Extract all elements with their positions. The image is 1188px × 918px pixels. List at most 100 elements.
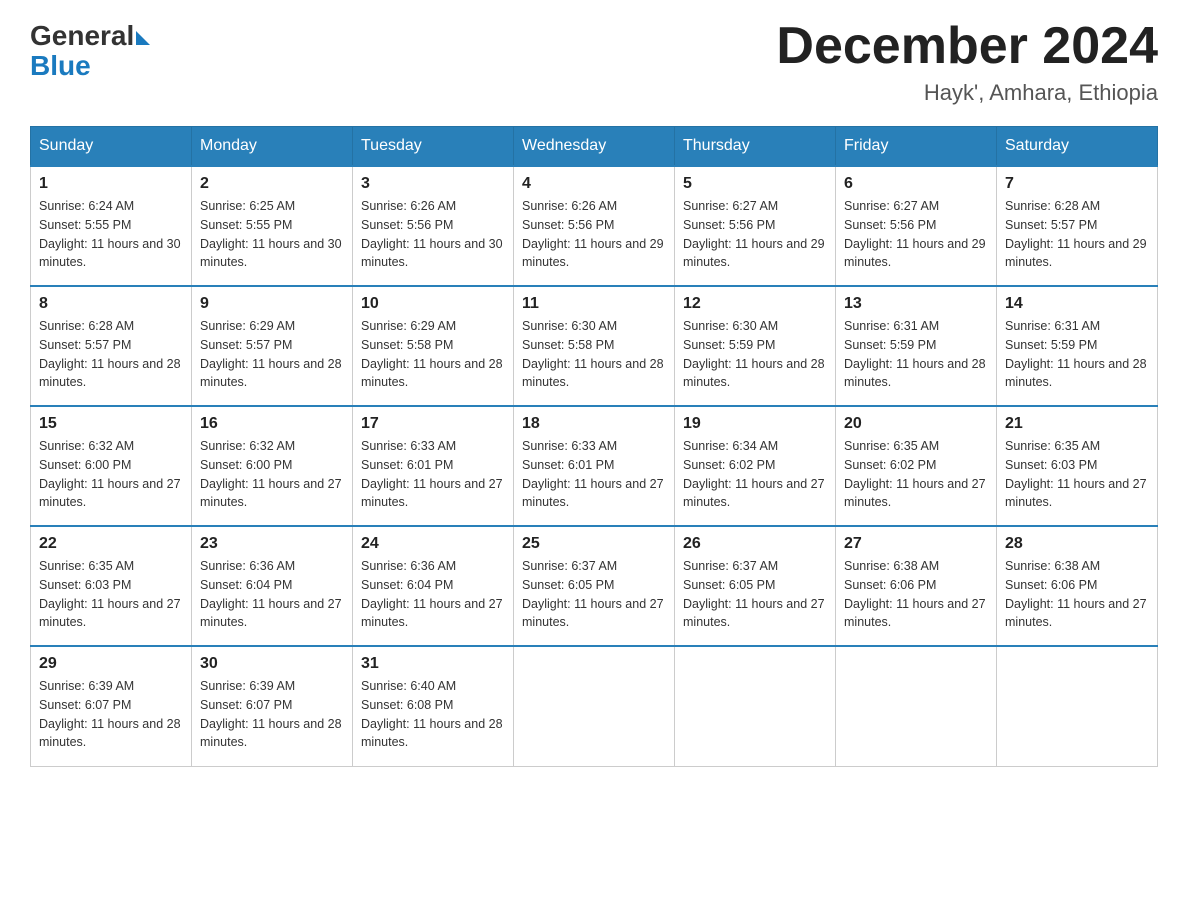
day-info: Sunrise: 6:29 AM Sunset: 5:57 PM Dayligh… bbox=[200, 317, 344, 392]
day-number: 25 bbox=[522, 535, 666, 553]
calendar-cell: 15 Sunrise: 6:32 AM Sunset: 6:00 PM Dayl… bbox=[31, 406, 192, 526]
day-info: Sunrise: 6:31 AM Sunset: 5:59 PM Dayligh… bbox=[844, 317, 988, 392]
day-number: 12 bbox=[683, 295, 827, 313]
day-info: Sunrise: 6:27 AM Sunset: 5:56 PM Dayligh… bbox=[844, 197, 988, 272]
day-number: 4 bbox=[522, 175, 666, 193]
calendar-cell: 14 Sunrise: 6:31 AM Sunset: 5:59 PM Dayl… bbox=[997, 286, 1158, 406]
weekday-header-sunday: Sunday bbox=[31, 127, 192, 167]
calendar-cell bbox=[675, 646, 836, 766]
calendar-cell: 5 Sunrise: 6:27 AM Sunset: 5:56 PM Dayli… bbox=[675, 166, 836, 286]
calendar-cell: 18 Sunrise: 6:33 AM Sunset: 6:01 PM Dayl… bbox=[514, 406, 675, 526]
calendar-cell: 6 Sunrise: 6:27 AM Sunset: 5:56 PM Dayli… bbox=[836, 166, 997, 286]
day-number: 27 bbox=[844, 535, 988, 553]
day-info: Sunrise: 6:37 AM Sunset: 6:05 PM Dayligh… bbox=[522, 557, 666, 632]
day-info: Sunrise: 6:31 AM Sunset: 5:59 PM Dayligh… bbox=[1005, 317, 1149, 392]
day-number: 3 bbox=[361, 175, 505, 193]
day-number: 13 bbox=[844, 295, 988, 313]
logo: General Blue bbox=[30, 20, 150, 82]
day-info: Sunrise: 6:39 AM Sunset: 6:07 PM Dayligh… bbox=[200, 677, 344, 752]
day-number: 16 bbox=[200, 415, 344, 433]
calendar-table: SundayMondayTuesdayWednesdayThursdayFrid… bbox=[30, 126, 1158, 767]
calendar-cell: 31 Sunrise: 6:40 AM Sunset: 6:08 PM Dayl… bbox=[353, 646, 514, 766]
day-number: 17 bbox=[361, 415, 505, 433]
calendar-cell: 12 Sunrise: 6:30 AM Sunset: 5:59 PM Dayl… bbox=[675, 286, 836, 406]
calendar-cell: 21 Sunrise: 6:35 AM Sunset: 6:03 PM Dayl… bbox=[997, 406, 1158, 526]
day-info: Sunrise: 6:36 AM Sunset: 6:04 PM Dayligh… bbox=[361, 557, 505, 632]
calendar-cell bbox=[997, 646, 1158, 766]
calendar-cell: 22 Sunrise: 6:35 AM Sunset: 6:03 PM Dayl… bbox=[31, 526, 192, 646]
day-info: Sunrise: 6:35 AM Sunset: 6:03 PM Dayligh… bbox=[39, 557, 183, 632]
day-number: 20 bbox=[844, 415, 988, 433]
day-info: Sunrise: 6:35 AM Sunset: 6:02 PM Dayligh… bbox=[844, 437, 988, 512]
day-info: Sunrise: 6:29 AM Sunset: 5:58 PM Dayligh… bbox=[361, 317, 505, 392]
week-row-4: 22 Sunrise: 6:35 AM Sunset: 6:03 PM Dayl… bbox=[31, 526, 1158, 646]
day-number: 31 bbox=[361, 655, 505, 673]
logo-general-text: General bbox=[30, 20, 134, 52]
day-number: 19 bbox=[683, 415, 827, 433]
calendar-cell: 4 Sunrise: 6:26 AM Sunset: 5:56 PM Dayli… bbox=[514, 166, 675, 286]
logo-arrow-icon bbox=[136, 31, 150, 45]
page-header: General Blue December 2024 Hayk', Amhara… bbox=[30, 20, 1158, 106]
day-number: 6 bbox=[844, 175, 988, 193]
weekday-header-saturday: Saturday bbox=[997, 127, 1158, 167]
day-number: 21 bbox=[1005, 415, 1149, 433]
day-number: 11 bbox=[522, 295, 666, 313]
day-info: Sunrise: 6:34 AM Sunset: 6:02 PM Dayligh… bbox=[683, 437, 827, 512]
day-number: 28 bbox=[1005, 535, 1149, 553]
calendar-cell: 19 Sunrise: 6:34 AM Sunset: 6:02 PM Dayl… bbox=[675, 406, 836, 526]
day-number: 18 bbox=[522, 415, 666, 433]
weekday-header-friday: Friday bbox=[836, 127, 997, 167]
day-info: Sunrise: 6:36 AM Sunset: 6:04 PM Dayligh… bbox=[200, 557, 344, 632]
week-row-5: 29 Sunrise: 6:39 AM Sunset: 6:07 PM Dayl… bbox=[31, 646, 1158, 766]
weekday-header-thursday: Thursday bbox=[675, 127, 836, 167]
calendar-cell: 13 Sunrise: 6:31 AM Sunset: 5:59 PM Dayl… bbox=[836, 286, 997, 406]
day-info: Sunrise: 6:35 AM Sunset: 6:03 PM Dayligh… bbox=[1005, 437, 1149, 512]
calendar-cell: 9 Sunrise: 6:29 AM Sunset: 5:57 PM Dayli… bbox=[192, 286, 353, 406]
weekday-header-tuesday: Tuesday bbox=[353, 127, 514, 167]
day-number: 23 bbox=[200, 535, 344, 553]
calendar-cell: 2 Sunrise: 6:25 AM Sunset: 5:55 PM Dayli… bbox=[192, 166, 353, 286]
day-number: 9 bbox=[200, 295, 344, 313]
calendar-cell: 29 Sunrise: 6:39 AM Sunset: 6:07 PM Dayl… bbox=[31, 646, 192, 766]
day-number: 22 bbox=[39, 535, 183, 553]
weekday-header-row: SundayMondayTuesdayWednesdayThursdayFrid… bbox=[31, 127, 1158, 167]
calendar-cell: 26 Sunrise: 6:37 AM Sunset: 6:05 PM Dayl… bbox=[675, 526, 836, 646]
day-info: Sunrise: 6:30 AM Sunset: 5:59 PM Dayligh… bbox=[683, 317, 827, 392]
calendar-cell: 11 Sunrise: 6:30 AM Sunset: 5:58 PM Dayl… bbox=[514, 286, 675, 406]
day-number: 8 bbox=[39, 295, 183, 313]
day-number: 1 bbox=[39, 175, 183, 193]
day-info: Sunrise: 6:38 AM Sunset: 6:06 PM Dayligh… bbox=[1005, 557, 1149, 632]
day-info: Sunrise: 6:33 AM Sunset: 6:01 PM Dayligh… bbox=[522, 437, 666, 512]
calendar-cell: 1 Sunrise: 6:24 AM Sunset: 5:55 PM Dayli… bbox=[31, 166, 192, 286]
calendar-cell: 30 Sunrise: 6:39 AM Sunset: 6:07 PM Dayl… bbox=[192, 646, 353, 766]
month-year-title: December 2024 bbox=[776, 20, 1158, 72]
day-number: 2 bbox=[200, 175, 344, 193]
day-info: Sunrise: 6:38 AM Sunset: 6:06 PM Dayligh… bbox=[844, 557, 988, 632]
calendar-cell: 7 Sunrise: 6:28 AM Sunset: 5:57 PM Dayli… bbox=[997, 166, 1158, 286]
day-info: Sunrise: 6:26 AM Sunset: 5:56 PM Dayligh… bbox=[522, 197, 666, 272]
week-row-2: 8 Sunrise: 6:28 AM Sunset: 5:57 PM Dayli… bbox=[31, 286, 1158, 406]
day-number: 24 bbox=[361, 535, 505, 553]
day-info: Sunrise: 6:30 AM Sunset: 5:58 PM Dayligh… bbox=[522, 317, 666, 392]
calendar-cell: 8 Sunrise: 6:28 AM Sunset: 5:57 PM Dayli… bbox=[31, 286, 192, 406]
day-info: Sunrise: 6:25 AM Sunset: 5:55 PM Dayligh… bbox=[200, 197, 344, 272]
calendar-cell: 3 Sunrise: 6:26 AM Sunset: 5:56 PM Dayli… bbox=[353, 166, 514, 286]
day-info: Sunrise: 6:26 AM Sunset: 5:56 PM Dayligh… bbox=[361, 197, 505, 272]
day-info: Sunrise: 6:28 AM Sunset: 5:57 PM Dayligh… bbox=[39, 317, 183, 392]
day-number: 14 bbox=[1005, 295, 1149, 313]
day-info: Sunrise: 6:27 AM Sunset: 5:56 PM Dayligh… bbox=[683, 197, 827, 272]
day-info: Sunrise: 6:32 AM Sunset: 6:00 PM Dayligh… bbox=[39, 437, 183, 512]
day-number: 15 bbox=[39, 415, 183, 433]
calendar-cell: 17 Sunrise: 6:33 AM Sunset: 6:01 PM Dayl… bbox=[353, 406, 514, 526]
calendar-cell: 25 Sunrise: 6:37 AM Sunset: 6:05 PM Dayl… bbox=[514, 526, 675, 646]
calendar-cell: 10 Sunrise: 6:29 AM Sunset: 5:58 PM Dayl… bbox=[353, 286, 514, 406]
calendar-cell: 28 Sunrise: 6:38 AM Sunset: 6:06 PM Dayl… bbox=[997, 526, 1158, 646]
weekday-header-wednesday: Wednesday bbox=[514, 127, 675, 167]
calendar-cell: 16 Sunrise: 6:32 AM Sunset: 6:00 PM Dayl… bbox=[192, 406, 353, 526]
day-number: 10 bbox=[361, 295, 505, 313]
day-info: Sunrise: 6:32 AM Sunset: 6:00 PM Dayligh… bbox=[200, 437, 344, 512]
title-section: December 2024 Hayk', Amhara, Ethiopia bbox=[776, 20, 1158, 106]
calendar-cell: 20 Sunrise: 6:35 AM Sunset: 6:02 PM Dayl… bbox=[836, 406, 997, 526]
day-number: 5 bbox=[683, 175, 827, 193]
calendar-cell bbox=[514, 646, 675, 766]
